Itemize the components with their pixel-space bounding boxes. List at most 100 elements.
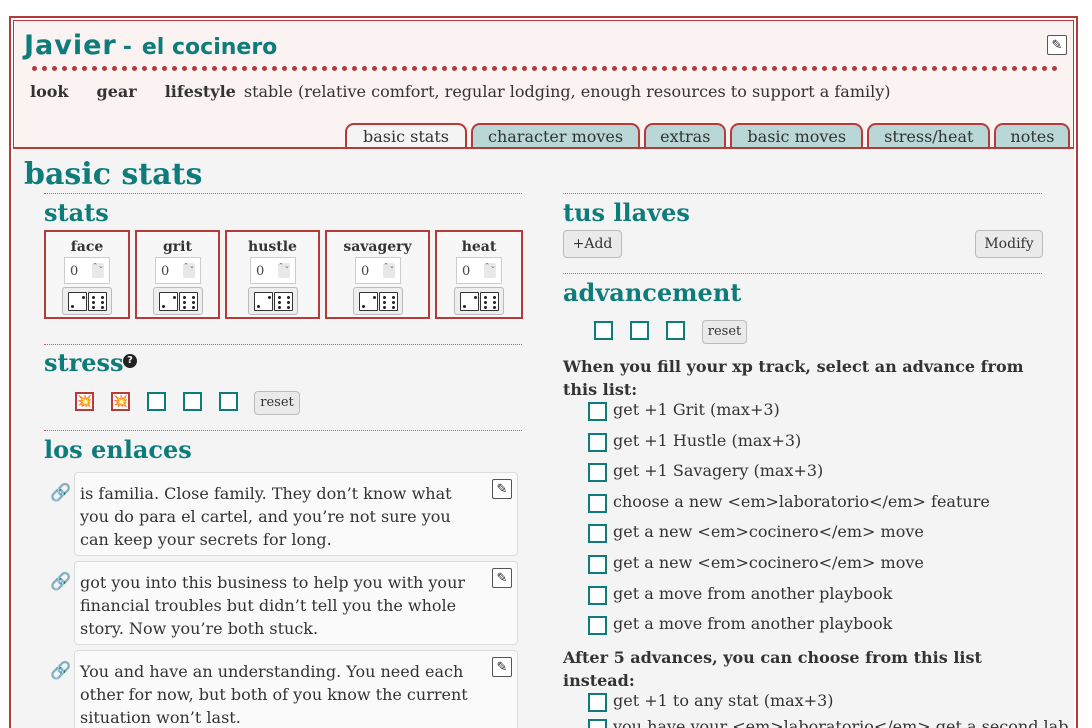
roll-dice-button[interactable] [353,287,403,315]
xp-checkbox[interactable] [666,321,685,340]
stat-value-input[interactable]: 0 ⌃⌄ [456,257,502,284]
xp-reset-button[interactable]: reset [702,320,747,344]
enlace-text: You and have an understanding. You need … [80,662,468,727]
advance-checkbox[interactable] [588,433,607,452]
advance-checkbox[interactable] [588,719,607,728]
lifestyle-label[interactable]: lifestyle [165,82,236,101]
stat-value-input[interactable]: 0 ⌃⌄ [355,257,401,284]
die-pip [391,305,395,309]
advance-checkbox[interactable] [588,524,607,543]
tab-stress-heat[interactable]: stress/heat [867,123,991,148]
stat-value: 0 [161,264,170,279]
stress-checkbox[interactable] [183,392,202,411]
advance-checkbox[interactable] [588,616,607,635]
stress-checkbox[interactable]: 💥 [75,392,94,411]
advance-checkbox[interactable] [588,402,607,421]
die-face [459,291,479,311]
stat-value: 0 [256,264,265,279]
page-title: basic stats [24,157,203,192]
divider [563,193,1042,194]
die-pip [483,305,487,309]
die-pip [172,295,176,299]
gear-label[interactable]: gear [97,82,137,101]
modify-llaves-button[interactable]: Modify [975,230,1043,258]
tab-extras[interactable]: extras [644,123,727,148]
advance-option-label: you have your <em>laboratorio</em> get a… [613,717,1069,728]
die-pip [492,300,496,304]
die-face [479,291,499,311]
tab-notes[interactable]: notes [994,123,1071,148]
edit-enlace-button[interactable]: ✎ [492,568,512,588]
advance-checkbox[interactable] [588,586,607,605]
stepper-icon[interactable]: ⌃⌄ [278,263,290,278]
advance-option-label: get +1 Hustle (max+3) [613,431,802,450]
stepper-icon[interactable]: ⌃⌄ [92,263,104,278]
advance-list-title: When you fill your xp track, select an a… [563,357,1024,399]
stat-value-input[interactable]: 0 ⌃⌄ [64,257,110,284]
roll-dice-button[interactable] [248,287,298,315]
die-pip [191,295,195,299]
pencil-icon: ✎ [496,481,508,497]
stress-title: stress [44,348,124,377]
roll-dice-button[interactable] [454,287,504,315]
die-pip [182,300,186,304]
die-pip [492,305,496,309]
advance-checkbox[interactable] [588,463,607,482]
die-face [67,291,87,311]
stress-checkbox[interactable]: 💥 [111,392,130,411]
enlaces-title: los enlaces [44,435,192,464]
enlace-card: You and have an understanding. You need … [74,650,518,728]
edit-enlace-button[interactable]: ✎ [492,657,512,677]
die-pip [277,300,281,304]
die-pip [161,304,165,308]
advance-checkbox[interactable] [588,693,607,712]
llaves-title: tus llaves [563,198,690,227]
divider [44,193,522,194]
link-icon: 🔗 [50,483,72,503]
edit-character-button[interactable]: ✎ [1047,35,1067,55]
look-label[interactable]: look [30,82,69,101]
tab-basic-moves[interactable]: basic moves [730,123,864,148]
question-icon[interactable]: ? [123,354,137,368]
die-pip [382,300,386,304]
edit-enlace-button[interactable]: ✎ [492,479,512,499]
after-advances-title: After 5 advances, you can choose from th… [563,648,982,690]
divider [44,344,522,345]
roll-dice-button[interactable] [62,287,112,315]
die-face [253,291,273,311]
pencil-icon: ✎ [496,570,508,586]
stepper-icon[interactable]: ⌃⌄ [383,263,395,278]
stat-grit: grit 0 ⌃⌄ [135,230,220,319]
stat-label: face [70,239,104,255]
pencil-icon: ✎ [496,659,508,675]
tab-basic-stats[interactable]: basic stats [345,123,467,149]
die-pip [81,295,85,299]
xp-checkbox[interactable] [594,321,613,340]
stepper-icon[interactable]: ⌃⌄ [183,263,195,278]
die-pip [286,295,290,299]
stat-value-input[interactable]: 0 ⌃⌄ [250,257,296,284]
stat-value-input[interactable]: 0 ⌃⌄ [155,257,201,284]
die-pip [191,305,195,309]
roll-dice-button[interactable] [153,287,203,315]
die-face [158,291,178,311]
xp-checkbox[interactable] [630,321,649,340]
die-pip [191,300,195,304]
stat-value: 0 [361,264,370,279]
advance-checkbox[interactable] [588,555,607,574]
die-pip [492,295,496,299]
die-pip [277,295,281,299]
tab-character-moves[interactable]: character moves [470,123,641,148]
stress-checkbox[interactable] [147,392,166,411]
divider [44,430,522,431]
stat-value: 0 [462,264,471,279]
advance-checkbox[interactable] [588,494,607,513]
add-llave-button[interactable]: +Add [563,230,622,258]
character-name: Javier [24,30,117,61]
stress-reset-button[interactable]: reset [254,391,300,415]
die-face [87,291,107,311]
stress-checkbox[interactable] [219,392,238,411]
stepper-icon[interactable]: ⌃⌄ [484,263,496,278]
advance-option-label: get a new <em>cocinero</em> move [613,522,924,541]
advance-option-label: get a new <em>cocinero</em> move [613,553,924,572]
